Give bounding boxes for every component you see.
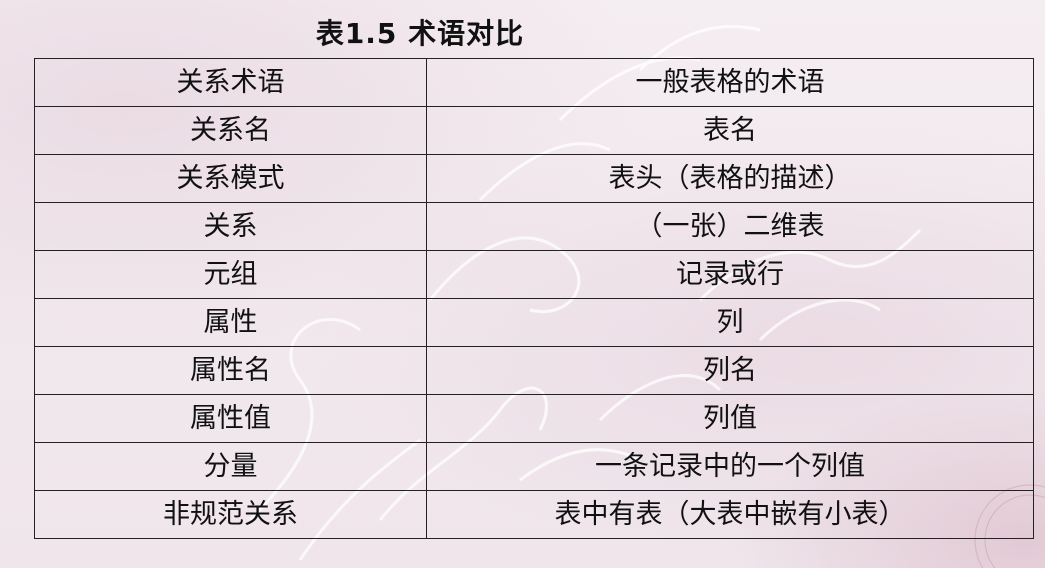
table-row: 属性值 列值	[34, 394, 1034, 443]
table-term-cell: 一条记录中的一个列值	[426, 442, 1034, 491]
table-term-cell: 记录或行	[426, 250, 1034, 299]
relation-term-cell: 非规范关系	[34, 490, 427, 539]
relation-term-cell: 关系	[34, 202, 427, 251]
relation-term-cell: 属性	[34, 298, 427, 347]
terminology-table-container: 关系术语 一般表格的术语 关系名 表名 关系模式 表头（表格的描述） 关系 （一…	[34, 58, 1034, 539]
relation-term-cell: 属性名	[34, 346, 427, 395]
table-row: 分量 一条记录中的一个列值	[34, 442, 1034, 491]
table-term-cell: 表名	[426, 106, 1034, 155]
table-caption: 表1.5 术语对比	[315, 17, 525, 50]
table-term-cell: 列	[426, 298, 1034, 347]
table-row: 关系 （一张）二维表	[34, 202, 1034, 251]
table-row: 关系名 表名	[34, 106, 1034, 155]
table-row: 关系模式 表头（表格的描述）	[34, 154, 1034, 203]
table-row: 属性名 列名	[34, 346, 1034, 395]
relation-term-cell: 分量	[34, 442, 427, 491]
relation-term-cell: 属性值	[34, 394, 427, 443]
header-table-term: 一般表格的术语	[426, 58, 1034, 107]
table-header-row: 关系术语 一般表格的术语	[34, 58, 1034, 107]
relation-term-cell: 元组	[34, 250, 427, 299]
table-row: 元组 记录或行	[34, 250, 1034, 299]
table-row: 属性 列	[34, 298, 1034, 347]
table-term-cell: （一张）二维表	[426, 202, 1034, 251]
table-term-cell: 表头（表格的描述）	[426, 154, 1034, 203]
relation-term-cell: 关系名	[34, 106, 427, 155]
header-relation-term: 关系术语	[34, 58, 427, 107]
table-row: 非规范关系 表中有表（大表中嵌有小表）	[34, 490, 1034, 539]
table-term-cell: 表中有表（大表中嵌有小表）	[426, 490, 1034, 539]
terminology-table: 关系术语 一般表格的术语 关系名 表名 关系模式 表头（表格的描述） 关系 （一…	[34, 58, 1034, 539]
relation-term-cell: 关系模式	[34, 154, 427, 203]
table-term-cell: 列值	[426, 394, 1034, 443]
table-term-cell: 列名	[426, 346, 1034, 395]
